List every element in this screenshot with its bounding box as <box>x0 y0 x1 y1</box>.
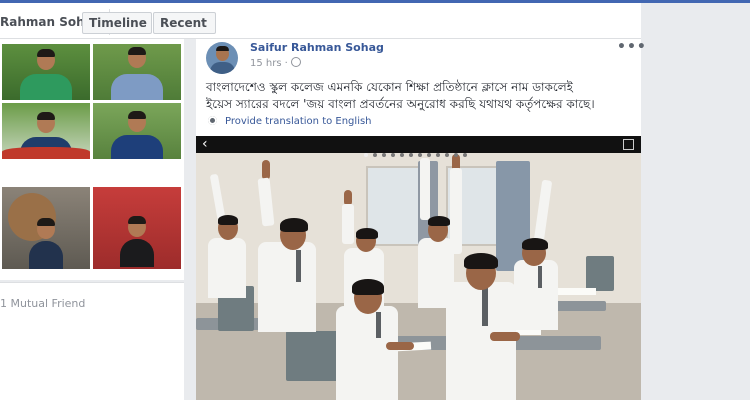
tab-recent-label: Recent <box>160 16 207 30</box>
photo-thumbnail[interactable] <box>2 187 90 269</box>
more-options-icon[interactable]: ••• <box>617 39 647 55</box>
mutual-friends-section: 1 Mutual Friend <box>0 282 184 400</box>
photo-viewer-bar: ‹ <box>196 136 641 157</box>
photo-thumbnail[interactable] <box>93 103 181 159</box>
gear-icon <box>208 116 217 125</box>
photo-thumbnail[interactable] <box>93 44 181 100</box>
mutual-friends-label[interactable]: 1 Mutual Friend <box>0 297 85 310</box>
tab-timeline-label: Timeline <box>89 16 147 30</box>
chevron-left-icon[interactable]: ‹ <box>202 136 208 153</box>
post-card: Saifur Rahman Sohag 15 hrs · ••• বাংলাদেশ… <box>196 39 646 400</box>
globe-icon <box>290 57 301 67</box>
photos-grid <box>0 39 184 280</box>
tab-recent[interactable]: Recent <box>153 12 216 45</box>
translate-label: Provide translation to English <box>225 116 372 127</box>
post-photo[interactable]: ‹ <box>196 136 641 400</box>
photo-thumbnail[interactable] <box>93 187 181 269</box>
photo-thumbnail[interactable] <box>2 44 90 100</box>
post-text-line: ইয়েস স্যারের বদলে 'জয় বাংলা প্রবর্তনের… <box>206 97 595 111</box>
expand-icon[interactable] <box>623 139 634 150</box>
post-text: বাংলাদেশেও স্কুল কলেজ এমনকি যেকোন শিক্ষা… <box>206 79 636 113</box>
avatar[interactable] <box>206 42 238 74</box>
post-author[interactable]: Saifur Rahman Sohag <box>250 41 384 54</box>
photo-thumbnail[interactable] <box>2 103 90 159</box>
profile-tab-bar: Rahman Sohag Timeline Recent <box>0 3 641 45</box>
post-text-line: বাংলাদেশেও স্কুল কলেজ এমনকি যেকোন শিক্ষা… <box>206 80 573 94</box>
tab-timeline[interactable]: Timeline <box>82 12 152 45</box>
photo-pager-dots <box>364 142 472 157</box>
post-time[interactable]: 15 hrs <box>250 58 282 69</box>
right-sidebar <box>641 3 750 400</box>
post-meta: 15 hrs · <box>250 57 301 69</box>
translate-link[interactable]: Provide translation to English <box>208 116 372 127</box>
